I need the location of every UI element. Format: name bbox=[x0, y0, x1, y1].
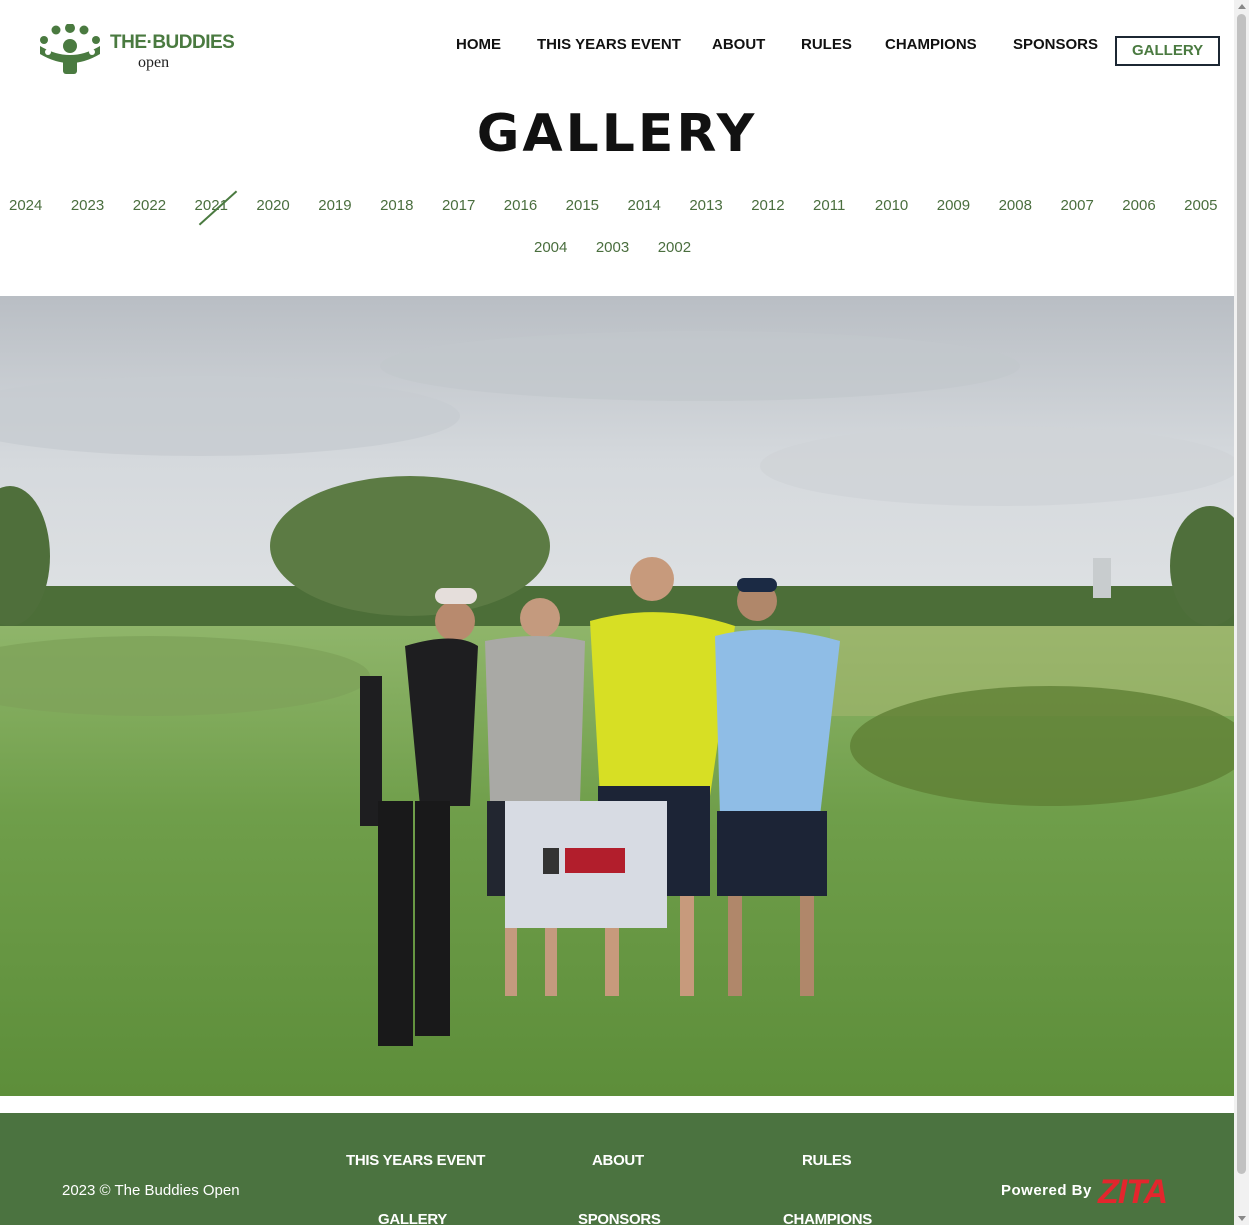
powered-by-label: Powered By bbox=[1001, 1182, 1092, 1199]
year-link-2014[interactable]: 2014 bbox=[628, 197, 661, 214]
scroll-up-arrow-icon[interactable] bbox=[1238, 4, 1246, 9]
scrollbar-thumb[interactable] bbox=[1237, 14, 1246, 1174]
year-link-2002[interactable]: 2002 bbox=[658, 239, 691, 256]
footer-link-champions[interactable]: CHAMPIONS bbox=[783, 1211, 872, 1228]
year-link-2021[interactable]: 2021 bbox=[195, 197, 228, 214]
nav-rules[interactable]: RULES bbox=[801, 36, 852, 64]
footer-link-this-years-event[interactable]: THIS YEARS EVENT bbox=[346, 1152, 485, 1169]
year-filter-row: 2024 2023 2022 2021 2020 2019 2018 2017 2016 2015… bbox=[0, 197, 1234, 219]
nav-home[interactable]: HOME bbox=[456, 36, 501, 64]
footer-link-sponsors[interactable]: SPONSORS bbox=[578, 1211, 661, 1228]
year-link-2005[interactable]: 2005 bbox=[1184, 197, 1217, 214]
year-link-2016[interactable]: 2016 bbox=[504, 197, 537, 214]
year-link-2007[interactable]: 2007 bbox=[1060, 197, 1093, 214]
nav-about[interactable]: ABOUT bbox=[712, 36, 765, 64]
year-filter-row: 2004 2003 2002 bbox=[0, 239, 1234, 261]
year-link-2023[interactable]: 2023 bbox=[71, 197, 104, 214]
nav-this-years-event[interactable]: THIS YEARS EVENT bbox=[537, 36, 681, 64]
page-scrollbar[interactable] bbox=[1234, 0, 1249, 1225]
year-link-2019[interactable]: 2019 bbox=[318, 197, 351, 214]
year-link-2009[interactable]: 2009 bbox=[937, 197, 970, 214]
page-title: GALLERY bbox=[476, 104, 758, 164]
year-link-2010[interactable]: 2010 bbox=[875, 197, 908, 214]
scroll-down-arrow-icon[interactable] bbox=[1238, 1216, 1246, 1221]
year-link-2024[interactable]: 2024 bbox=[9, 197, 42, 214]
main-nav: HOME THIS YEARS EVENT ABOUT RULES CHAMPI… bbox=[0, 36, 1234, 66]
site-footer: 2023 © The Buddies Open THIS YEARS EVENT… bbox=[0, 1113, 1234, 1228]
nav-gallery[interactable]: GALLERY bbox=[1115, 36, 1221, 66]
zita-logo[interactable]: ZITA bbox=[1098, 1173, 1168, 1212]
year-link-2004[interactable]: 2004 bbox=[534, 239, 567, 256]
year-link-2018[interactable]: 2018 bbox=[380, 197, 413, 214]
golfers-photo-image bbox=[0, 296, 1234, 1096]
footer-link-about[interactable]: ABOUT bbox=[592, 1152, 644, 1169]
year-link-2008[interactable]: 2008 bbox=[999, 197, 1032, 214]
year-link-2015[interactable]: 2015 bbox=[566, 197, 599, 214]
year-link-2022[interactable]: 2022 bbox=[133, 197, 166, 214]
copyright-text: 2023 © The Buddies Open bbox=[62, 1182, 240, 1199]
year-link-2020[interactable]: 2020 bbox=[256, 197, 289, 214]
year-link-2013[interactable]: 2013 bbox=[689, 197, 722, 214]
year-link-2003[interactable]: 2003 bbox=[596, 239, 629, 256]
footer-link-rules[interactable]: RULES bbox=[802, 1152, 852, 1169]
year-link-2012[interactable]: 2012 bbox=[751, 197, 784, 214]
year-link-2006[interactable]: 2006 bbox=[1122, 197, 1155, 214]
year-link-2011[interactable]: 2011 bbox=[813, 197, 845, 214]
gallery-photo[interactable] bbox=[0, 296, 1234, 1096]
footer-link-gallery[interactable]: GALLERY bbox=[378, 1211, 447, 1228]
nav-sponsors[interactable]: SPONSORS bbox=[1013, 36, 1098, 64]
nav-champions[interactable]: CHAMPIONS bbox=[885, 36, 977, 64]
year-link-2017[interactable]: 2017 bbox=[442, 197, 475, 214]
